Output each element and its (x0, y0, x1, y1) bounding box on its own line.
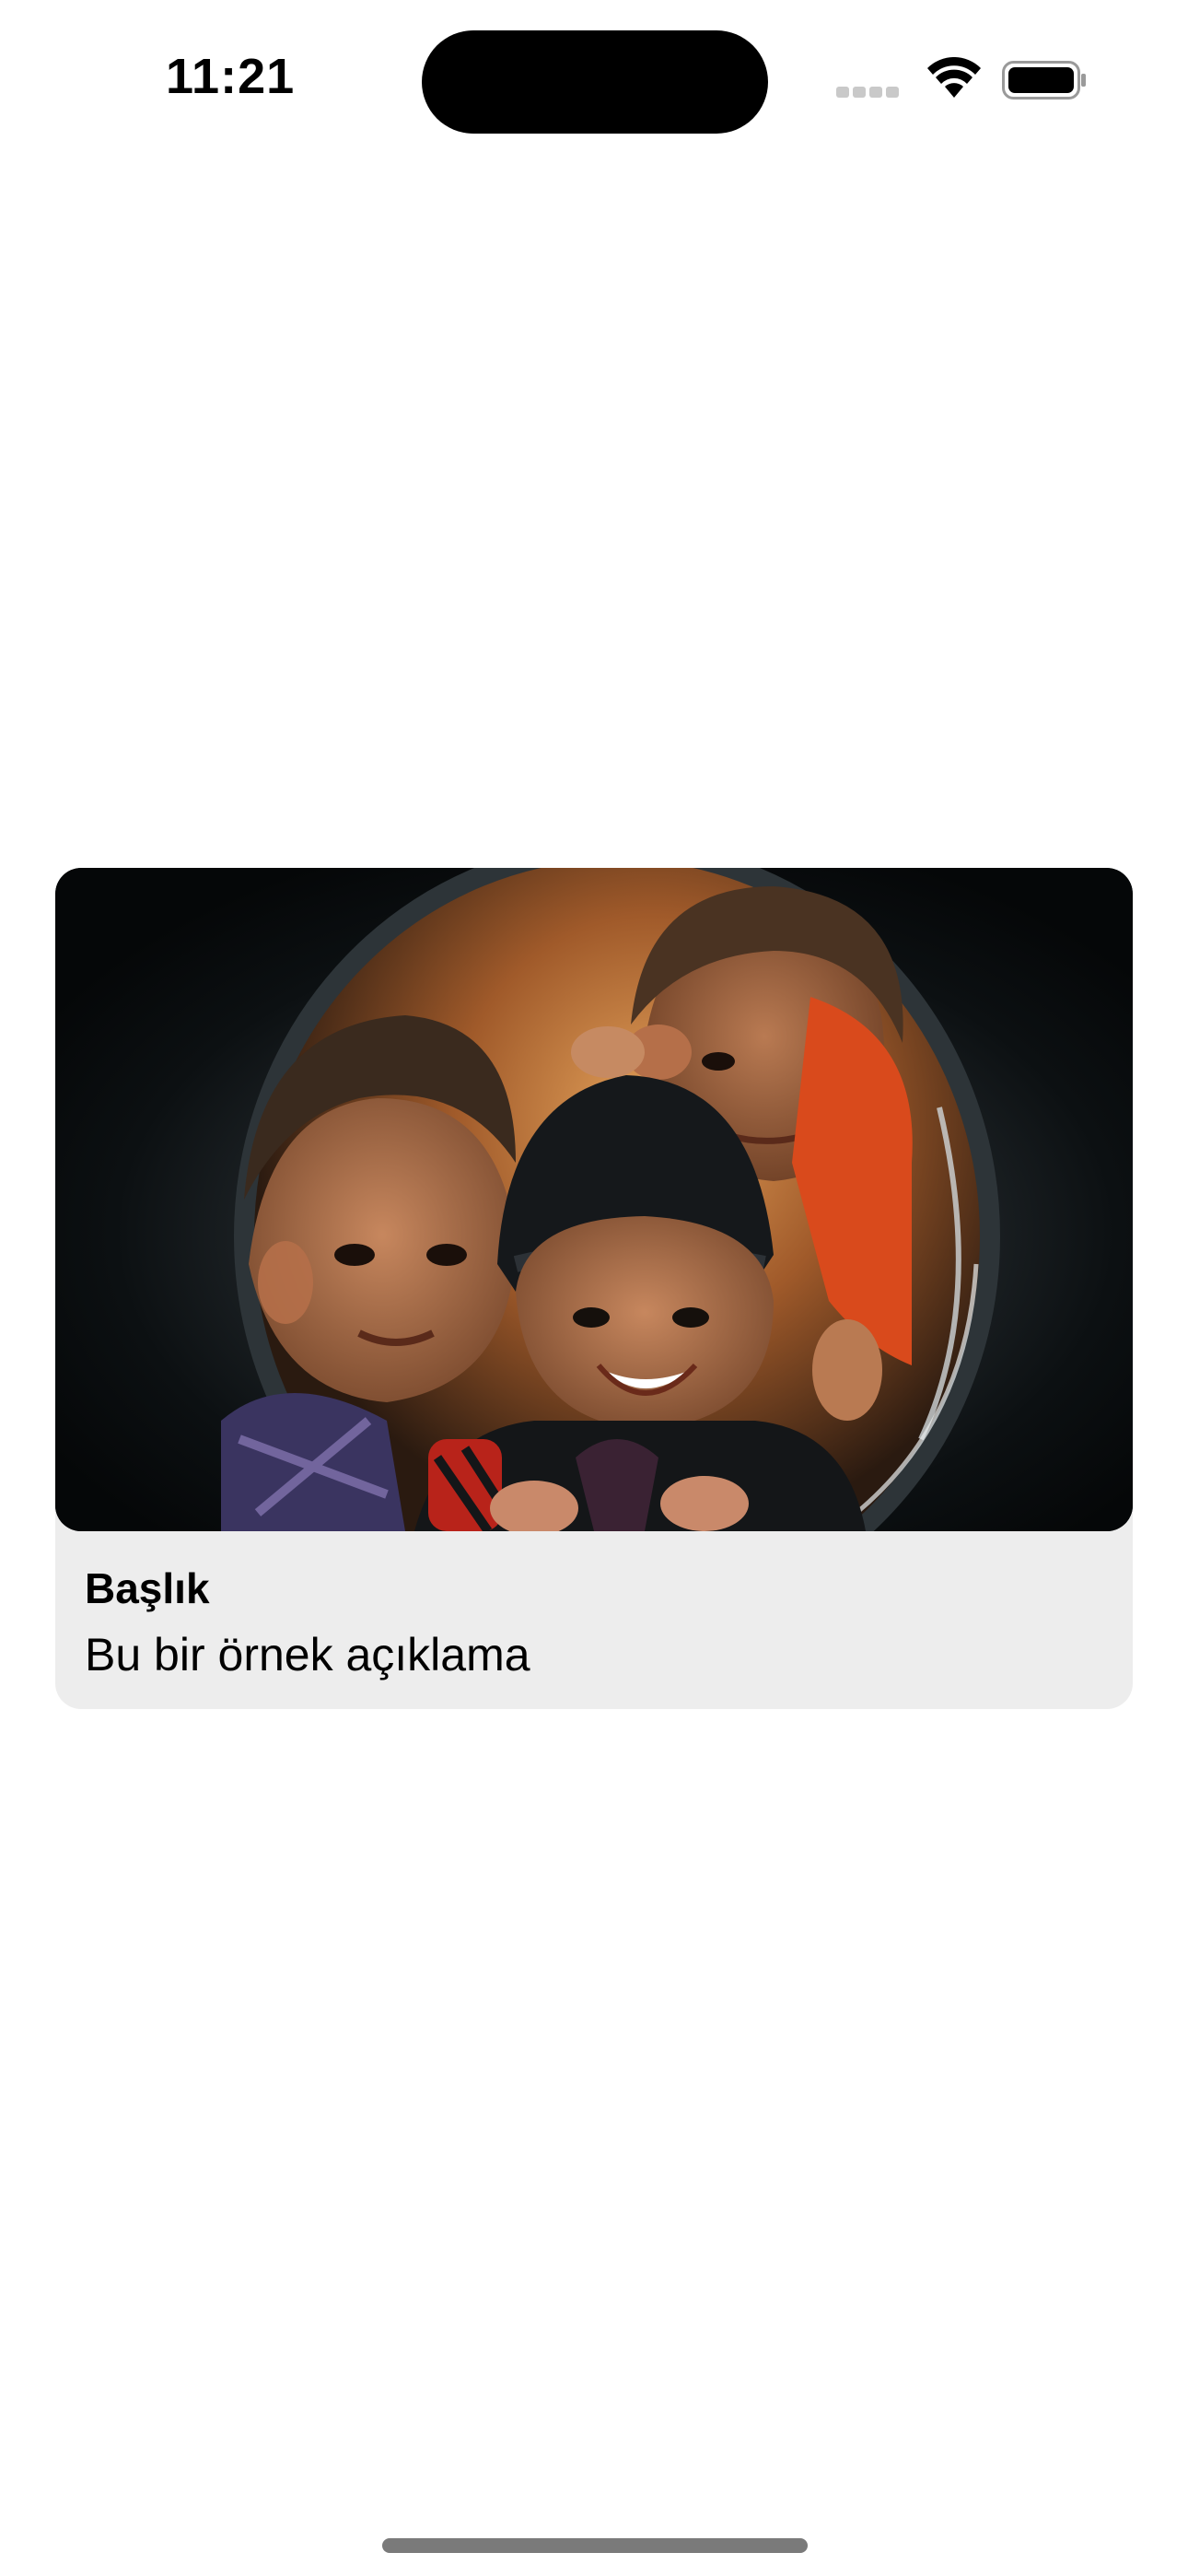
dynamic-island (422, 30, 768, 134)
home-indicator[interactable] (382, 2538, 808, 2553)
card-image (55, 868, 1133, 1531)
battery-icon (1002, 61, 1086, 100)
wifi-icon (927, 57, 981, 98)
status-time: 11:21 (166, 49, 296, 104)
content-card[interactable]: Başlık Bu bir örnek açıklama (55, 868, 1133, 1709)
status-bar: 11:21 (0, 0, 1188, 157)
signal-icon (836, 87, 901, 100)
screen: 11:21 Başlık Bu bir örnek açıklama (0, 0, 1188, 2576)
children-photo (55, 868, 1133, 1531)
card-description: Bu bir örnek açıklama (85, 1629, 530, 1680)
status-icons (836, 55, 1086, 100)
card-title: Başlık (85, 1564, 210, 1612)
